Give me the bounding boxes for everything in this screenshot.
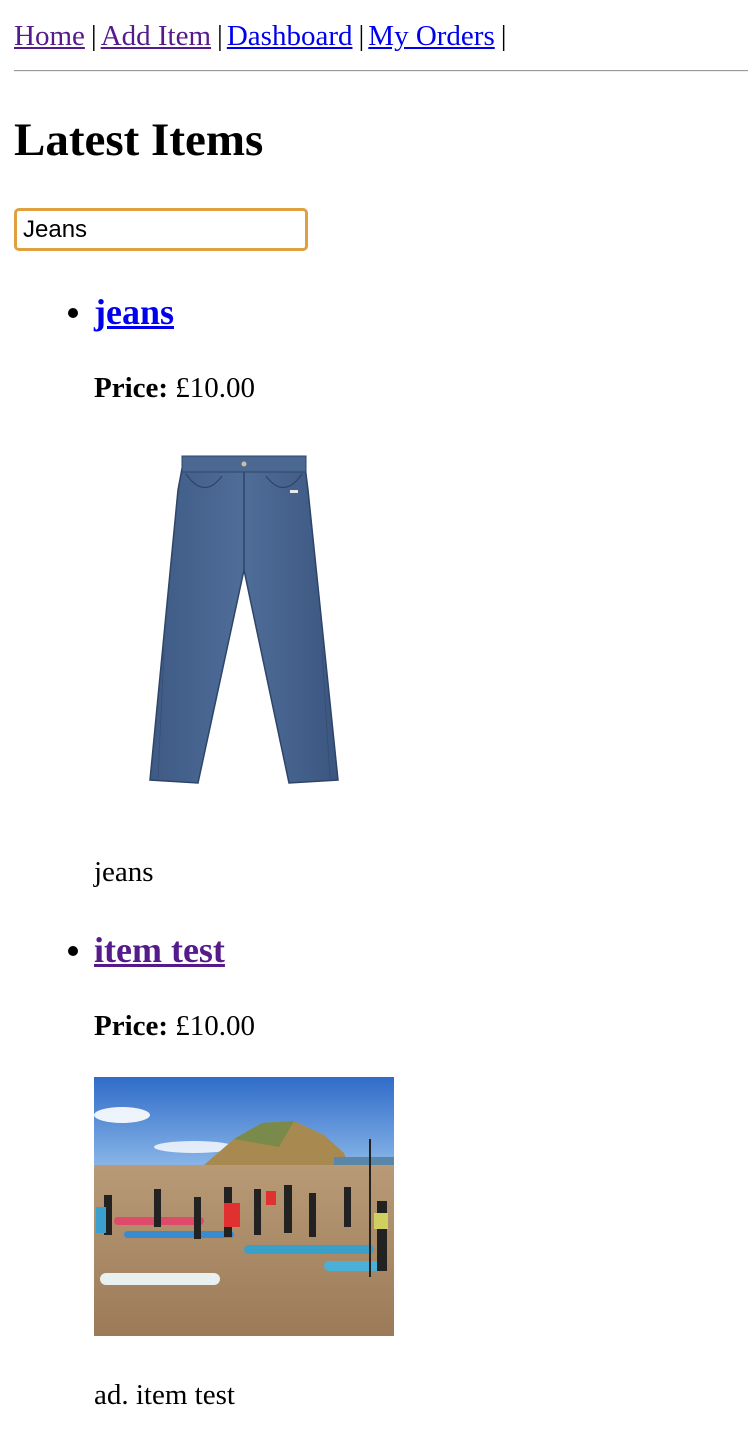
nav-link-dashboard[interactable]: Dashboard (227, 20, 353, 52)
beach-paddleboard-photo-icon (94, 1077, 394, 1336)
list-bullet (68, 946, 78, 956)
nav-link-my-orders[interactable]: My Orders (368, 20, 494, 52)
item-price: Price: £10.00 (94, 370, 255, 406)
list-item: item test Price: £10.00 ad. item test (68, 928, 694, 1418)
item-description: jeans (94, 856, 154, 888)
nav-separator: | (90, 20, 97, 52)
nav-separator: | (358, 20, 365, 52)
horizontal-rule (14, 70, 748, 72)
item-title-link[interactable]: jeans (94, 292, 174, 332)
item-price: Price: £10.00 (94, 1008, 255, 1044)
nav-link-home[interactable]: Home (14, 20, 85, 52)
item-title: jeans (94, 290, 174, 334)
jeans-photo (94, 450, 394, 800)
page-title: Latest Items (14, 114, 264, 166)
list-bullet (68, 308, 78, 318)
list-item: jeans Price: £10.00 jeans (68, 290, 694, 890)
item-title-link[interactable]: item test (94, 930, 225, 970)
nav-separator: | (217, 20, 223, 52)
beach-paddleboard-photo (94, 1077, 394, 1336)
price-label: Price: (94, 1010, 169, 1042)
jeans-photo-icon (149, 455, 339, 784)
item-description: ad. item test (94, 1379, 235, 1411)
price-value: £10.00 (175, 1010, 256, 1042)
price-label: Price: (94, 372, 169, 404)
price-value: £10.00 (175, 372, 256, 404)
top-navigation: Home | Add Item | Dashboard | My Orders | (14, 14, 511, 58)
search-input[interactable] (14, 208, 308, 251)
nav-link-add-item[interactable]: Add Item (101, 20, 211, 52)
nav-separator: | (500, 20, 507, 52)
item-title: item test (94, 928, 225, 972)
